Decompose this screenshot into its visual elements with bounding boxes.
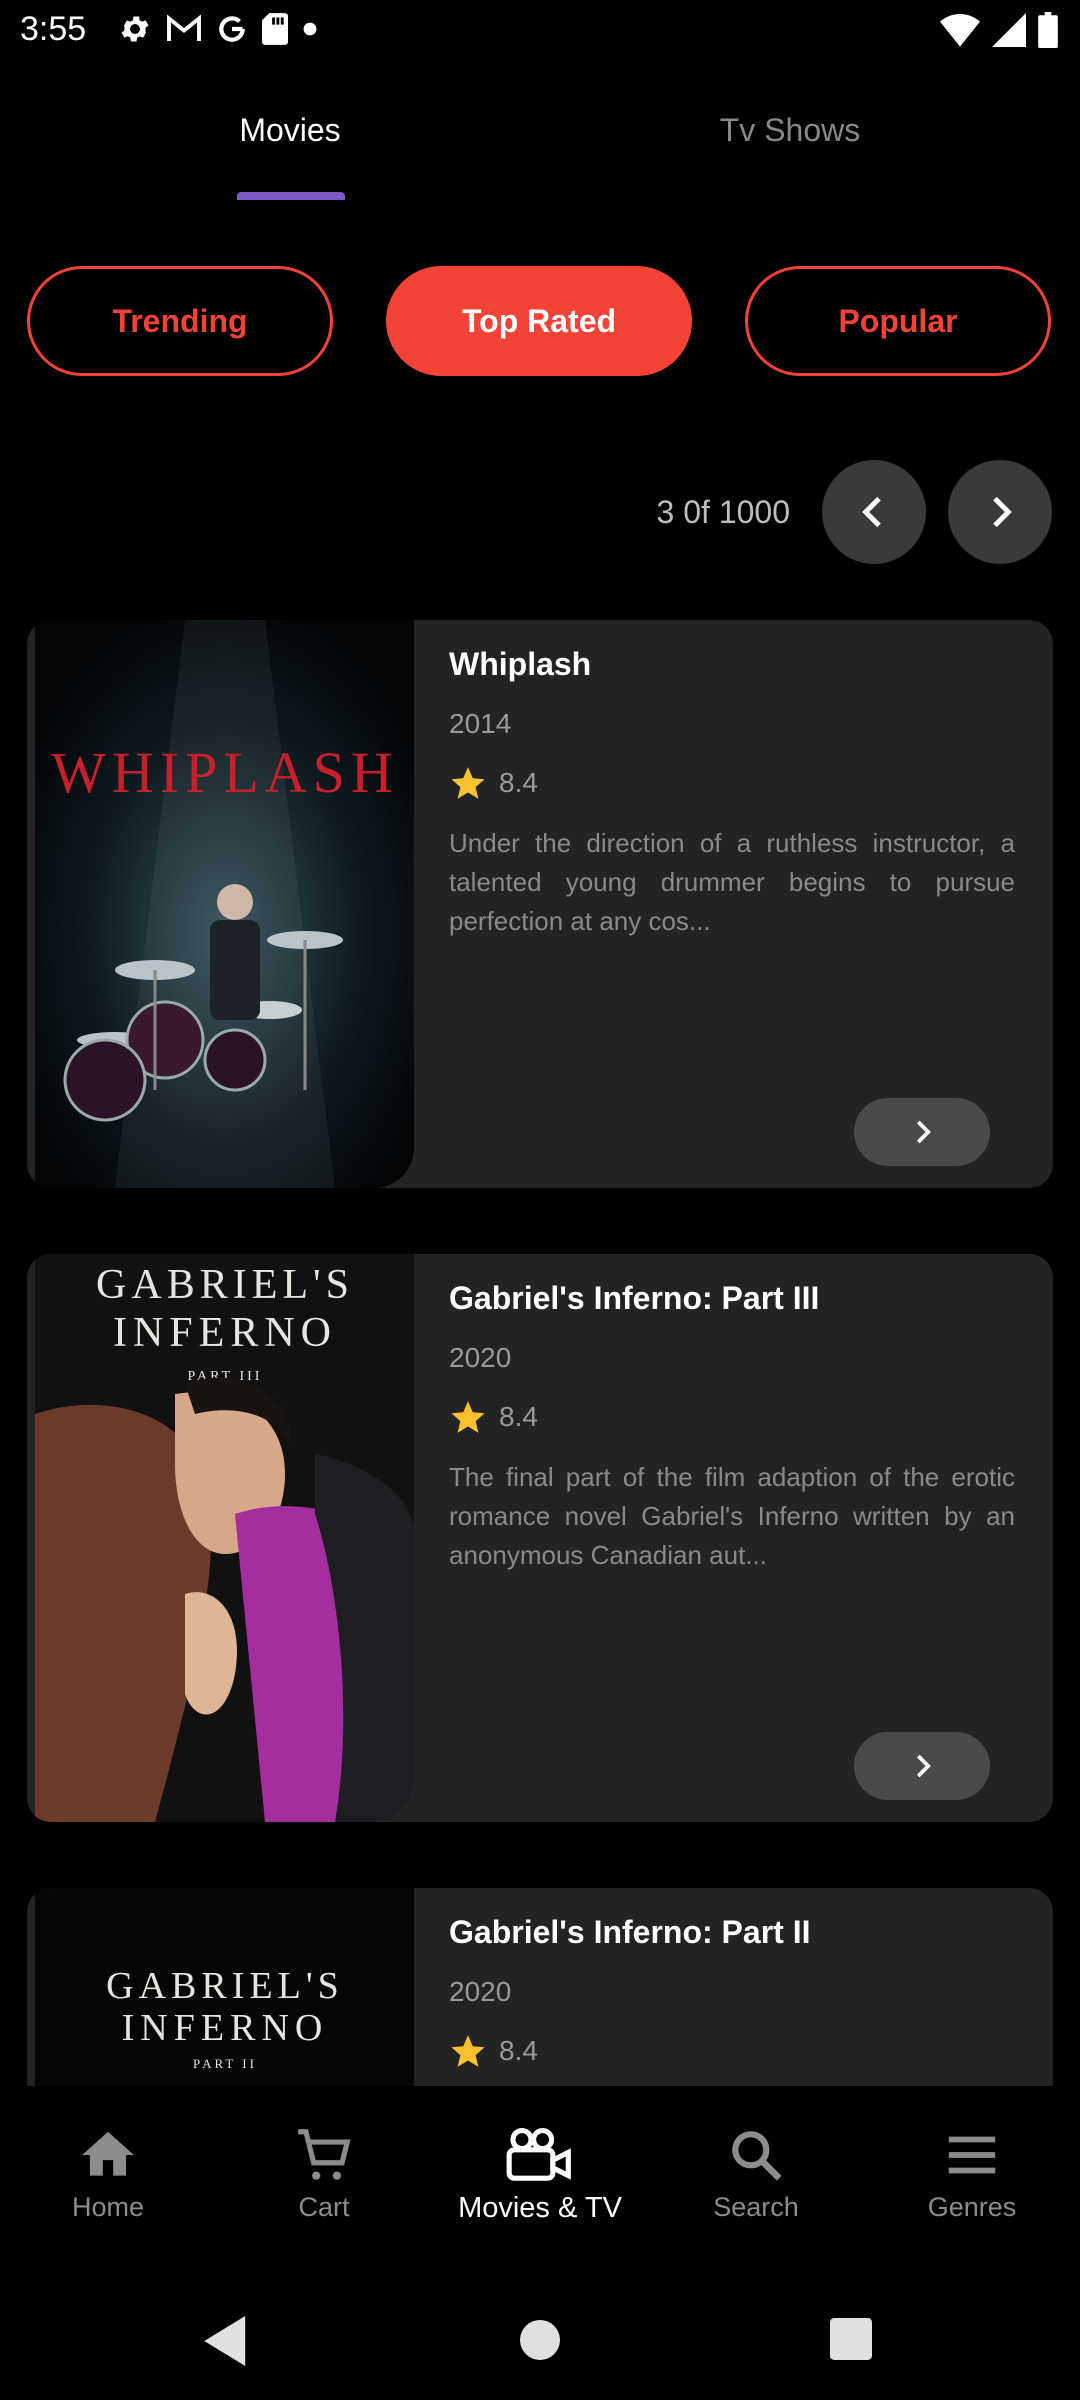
back-icon[interactable] bbox=[204, 2316, 250, 2366]
movie-card[interactable]: WHIPLASH Whiplash 2014 8.4 Under the dir… bbox=[27, 620, 1053, 1188]
nav-home-label: Home bbox=[71, 2192, 145, 2222]
signal-icon bbox=[992, 13, 1026, 47]
movie-description: Under the direction of a ruthless instru… bbox=[449, 828, 1015, 936]
rating-value: 8.4 bbox=[499, 1401, 538, 1432]
nav-cart-label: Cart bbox=[298, 2192, 350, 2222]
system-nav-bar bbox=[0, 2286, 1080, 2400]
movie-rating: 8.4 bbox=[449, 1398, 538, 1436]
filter-trending-button[interactable]: Trending bbox=[27, 266, 333, 376]
status-icons-right bbox=[940, 12, 1058, 48]
tab-indicator bbox=[237, 192, 345, 200]
chevron-right-icon bbox=[916, 1754, 931, 1778]
chevron-right-icon bbox=[916, 1120, 931, 1144]
previous-page-button[interactable] bbox=[822, 460, 926, 564]
home-circle-icon[interactable] bbox=[520, 2320, 560, 2360]
svg-text:PART II: PART II bbox=[193, 2056, 257, 2071]
dot-icon bbox=[303, 22, 317, 36]
movie-rating: 8.4 bbox=[449, 764, 538, 802]
filter-chips: Trending Top Rated Popular bbox=[27, 266, 1053, 380]
svg-text:GABRIEL'S: GABRIEL'S bbox=[96, 1262, 354, 1308]
movie-poster: GABRIEL'S INFERNO PART II bbox=[35, 1888, 414, 2088]
status-time: 3:55 bbox=[20, 10, 87, 48]
movie-camera-icon bbox=[506, 2128, 571, 2181]
movie-details-button[interactable] bbox=[854, 1732, 990, 1800]
star-icon bbox=[451, 2035, 485, 2067]
nav-genres-label: Genres bbox=[927, 2192, 1017, 2222]
movie-description: The final part of the film adaption of t… bbox=[449, 1462, 1015, 1570]
media-type-tabs: Movies Tv Shows bbox=[0, 100, 1080, 200]
svg-text:WHIPLASH: WHIPLASH bbox=[51, 740, 399, 805]
movie-poster: GABRIEL'S INFERNO PART III bbox=[35, 1254, 414, 1822]
svg-text:GABRIEL'S: GABRIEL'S bbox=[106, 1965, 344, 2007]
nav-home[interactable]: Home bbox=[0, 2124, 216, 2223]
status-icons-left bbox=[118, 12, 318, 46]
nav-movies-tv-label: Movies & TV bbox=[458, 2192, 622, 2224]
nav-search-label: Search bbox=[713, 2192, 799, 2222]
chevron-right-icon bbox=[993, 496, 1012, 528]
nav-cart[interactable]: Cart bbox=[216, 2124, 432, 2223]
movie-card[interactable]: GABRIEL'S INFERNO PART II Gabriel's Infe… bbox=[27, 1888, 1053, 2088]
next-page-button[interactable] bbox=[948, 460, 1052, 564]
filter-top-rated-button[interactable]: Top Rated bbox=[386, 266, 692, 376]
star-icon bbox=[451, 1401, 485, 1433]
movie-title: Gabriel's Inferno: Part II bbox=[449, 1914, 811, 1950]
page-count: 3 0f 1000 bbox=[656, 494, 790, 530]
search-icon bbox=[732, 2131, 782, 2181]
gabriels-inferno-3-poster-image: GABRIEL'S INFERNO PART III bbox=[35, 1254, 414, 1822]
movie-title: Whiplash bbox=[449, 646, 592, 682]
recents-icon[interactable] bbox=[830, 2318, 872, 2360]
tab-movies[interactable]: Movies bbox=[0, 112, 580, 149]
movie-year: 2020 bbox=[449, 1342, 512, 1373]
settings-icon bbox=[121, 16, 149, 42]
wifi-icon bbox=[940, 14, 980, 47]
chevron-left-icon bbox=[862, 496, 881, 528]
movie-year: 2014 bbox=[449, 708, 512, 739]
movie-poster: WHIPLASH bbox=[35, 620, 414, 1188]
svg-text:INFERNO: INFERNO bbox=[113, 1310, 337, 1356]
movie-rating: 8.4 bbox=[449, 2032, 538, 2070]
rating-value: 8.4 bbox=[499, 767, 538, 798]
nav-search[interactable]: Search bbox=[648, 2124, 864, 2223]
gabriels-inferno-2-poster-image: GABRIEL'S INFERNO PART II bbox=[35, 1888, 414, 2088]
status-bar: 3:55 bbox=[0, 0, 1080, 62]
svg-text:INFERNO: INFERNO bbox=[122, 2007, 329, 2049]
tab-tv-shows[interactable]: Tv Shows bbox=[500, 112, 1080, 149]
sd-card-icon bbox=[262, 13, 288, 45]
filter-popular-button[interactable]: Popular bbox=[745, 266, 1051, 376]
nav-movies-tv[interactable]: Movies & TV bbox=[432, 2124, 648, 2225]
movie-card[interactable]: GABRIEL'S INFERNO PART III Gabriel's Inf… bbox=[27, 1254, 1053, 1822]
movie-details-button[interactable] bbox=[854, 1098, 990, 1166]
menu-icon bbox=[948, 2136, 996, 2174]
movie-title: Gabriel's Inferno: Part III bbox=[449, 1280, 820, 1316]
rating-value: 8.4 bbox=[499, 2035, 538, 2066]
battery-icon bbox=[1038, 12, 1058, 48]
star-icon bbox=[451, 767, 485, 799]
cart-icon bbox=[298, 2129, 351, 2180]
nav-genres[interactable]: Genres bbox=[864, 2124, 1080, 2223]
movie-year: 2020 bbox=[449, 1976, 512, 2007]
google-icon bbox=[219, 16, 245, 42]
pager: 3 0f 1000 bbox=[0, 460, 1080, 566]
home-icon bbox=[82, 2131, 134, 2176]
bottom-nav: Home Cart Movies & TV Search Genres bbox=[0, 2086, 1080, 2246]
gmail-icon bbox=[167, 14, 201, 41]
whiplash-poster-image: WHIPLASH bbox=[35, 620, 414, 1188]
